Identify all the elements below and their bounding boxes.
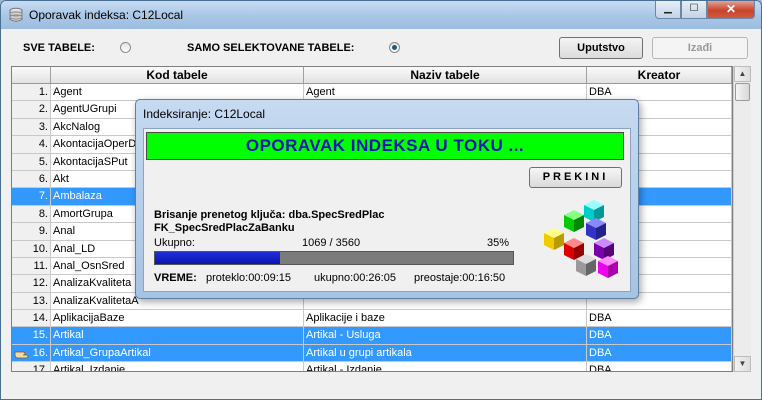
progress-percent: 35% <box>487 237 510 249</box>
kreator-cell[interactable]: DBA <box>587 362 732 371</box>
title-bar[interactable]: Oporavak indeksa: C12Local ▁ ☐ ✕ <box>1 1 761 29</box>
cube-blue <box>586 218 606 240</box>
header-kod-tabele[interactable]: Kod tabele <box>51 67 304 83</box>
row-number-cell[interactable]: 12. <box>12 275 51 293</box>
row-number-cell[interactable]: 14. <box>12 310 51 328</box>
progress-counter: 1069 / 3560 <box>302 237 361 249</box>
bottom-strip <box>11 372 751 392</box>
cube-purple <box>594 238 614 260</box>
help-button[interactable]: Uputstvo <box>559 37 643 59</box>
scroll-thumb[interactable] <box>735 83 750 101</box>
message-line-1: Brisanje prenetog ključa: dba.SpecSredPl… <box>154 209 385 221</box>
progress-fill <box>155 252 281 264</box>
hand-pointer-icon <box>14 351 29 359</box>
close-icon: ✕ <box>725 2 737 16</box>
colored-cubes-logo <box>544 200 618 278</box>
scroll-up-button[interactable]: ▲ <box>734 66 751 82</box>
row-number-cell[interactable]: 11. <box>12 257 51 276</box>
status-banner: OPORAVAK INDEKSA U TOKU ... <box>146 132 624 160</box>
maximize-icon: ☐ <box>689 3 699 14</box>
minimize-icon: ▁ <box>664 3 672 14</box>
message-line-2: FK_SpecSredPlacZaBanku <box>154 222 295 234</box>
naziv-tabele-cell[interactable]: Artikal - Usluga <box>304 327 587 345</box>
options-bar: SVE TABELE: SAMO SELEKTOVANE TABELE: Upu… <box>1 29 761 66</box>
table-row[interactable]: 15. Artikal Artikal - Usluga DBA <box>12 327 732 345</box>
row-number-cell[interactable]: 10. <box>12 240 51 258</box>
kod-tabele-cell[interactable]: Artikal <box>51 327 304 345</box>
dialog-title: Indeksiranje: C12Local <box>143 107 266 121</box>
all-tables-label: SVE TABELE: <box>23 42 95 54</box>
naziv-tabele-cell[interactable]: Aplikacije i baze <box>304 310 587 328</box>
selected-tables-radio[interactable] <box>389 42 400 53</box>
all-tables-radio[interactable] <box>120 42 131 53</box>
total-label: Ukupno: <box>154 237 195 249</box>
cube-magenta <box>598 256 618 278</box>
naziv-tabele-cell[interactable]: Artikal u grupi artikala <box>304 344 587 363</box>
row-number-cell[interactable]: 13. <box>12 292 51 311</box>
row-number-cell[interactable]: 5. <box>12 153 51 171</box>
header-naziv-tabele[interactable]: Naziv tabele <box>304 67 587 83</box>
cube-green <box>564 210 584 232</box>
row-number-cell[interactable]: 1. <box>12 84 51 102</box>
row-number-cell[interactable]: 15. <box>12 327 51 345</box>
kod-tabele-cell[interactable]: Artikal_GrupaArtikal <box>51 344 304 363</box>
cube-cyan <box>584 200 604 222</box>
header-kreator[interactable]: Kreator <box>587 67 732 83</box>
row-number-cell[interactable]: 2. <box>12 101 51 119</box>
indexing-dialog: Indeksiranje: C12Local OPORAVAK INDEKSA … <box>135 99 639 299</box>
kod-tabele-cell[interactable]: Artikal_Izdanje <box>51 362 304 371</box>
row-number-cell[interactable]: 6. <box>12 170 51 189</box>
kreator-cell[interactable]: DBA <box>587 310 732 328</box>
exit-button[interactable]: Izađi <box>652 37 748 59</box>
table-row[interactable]: 14. AplikacijaBaze Aplikacije i baze DBA <box>12 310 732 328</box>
elapsed-time: proteklo:00:09:15 <box>206 272 292 284</box>
selected-tables-label: SAMO SELEKTOVANE TABELE: <box>187 42 355 54</box>
row-number-cell[interactable]: 8. <box>12 205 51 224</box>
kreator-cell[interactable]: DBA <box>587 327 732 345</box>
row-number-cell[interactable]: 17. <box>12 362 51 371</box>
maximize-button[interactable]: ☐ <box>681 1 707 19</box>
kod-tabele-cell[interactable]: AplikacijaBaze <box>51 310 304 328</box>
dialog-body: OPORAVAK INDEKSA U TOKU ... PREKINI Bris… <box>143 128 631 292</box>
row-number-cell[interactable]: 3. <box>12 118 51 137</box>
window-title: Oporavak indeksa: C12Local <box>29 8 184 22</box>
naziv-tabele-cell[interactable]: Artikal - Izdanje <box>304 362 587 371</box>
database-icon <box>9 7 23 22</box>
main-window: Oporavak indeksa: C12Local ▁ ☐ ✕ SVE TAB… <box>0 0 762 400</box>
progress-bar <box>154 251 514 265</box>
header-row-number <box>12 67 51 83</box>
vertical-scrollbar[interactable]: ▲ ▼ <box>733 66 751 372</box>
stop-button[interactable]: PREKINI <box>529 167 622 188</box>
grid-header: Kod tabele Naziv tabele Kreator <box>12 67 732 84</box>
row-number-cell[interactable]: 4. <box>12 136 51 154</box>
kreator-cell[interactable]: DBA <box>587 344 732 363</box>
cube-yellow <box>544 228 564 250</box>
row-number-cell[interactable]: 7. <box>12 188 51 206</box>
close-button[interactable]: ✕ <box>707 1 755 19</box>
time-label: VREME: <box>154 272 197 284</box>
minimize-button[interactable]: ▁ <box>655 1 681 19</box>
row-number-cell[interactable]: 9. <box>12 223 51 241</box>
remaining-time: preostaje:00:16:50 <box>414 272 506 284</box>
table-row[interactable]: 17. Artikal_Izdanje Artikal - Izdanje DBA <box>12 362 732 371</box>
table-row[interactable]: 16. Artikal_GrupaArtikal Artikal u grupi a… <box>12 344 732 363</box>
total-time: ukupno:00:26:05 <box>314 272 396 284</box>
scroll-down-button[interactable]: ▼ <box>734 356 751 372</box>
